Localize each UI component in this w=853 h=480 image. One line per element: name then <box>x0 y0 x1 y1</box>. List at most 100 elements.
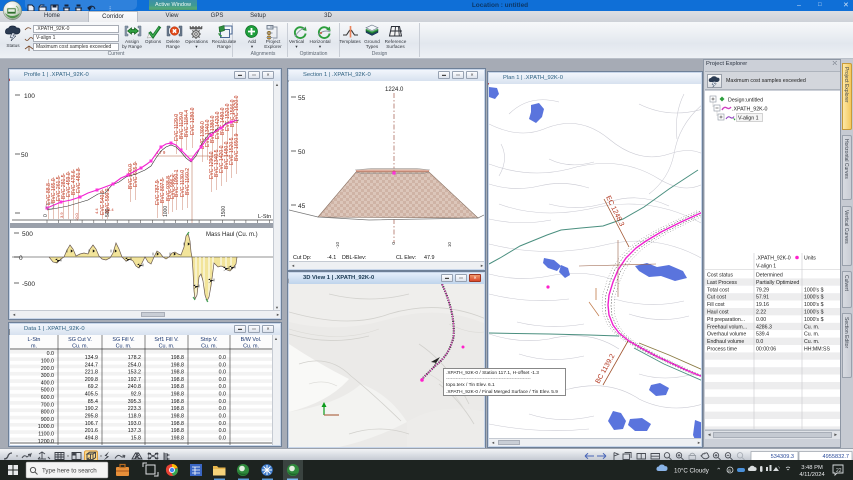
svg-text:500.0: 500.0 <box>41 388 54 394</box>
svg-text:0.0: 0.0 <box>219 355 226 361</box>
svg-text:15.8: 15.8 <box>131 435 141 441</box>
svg-text:1100.0: 1100.0 <box>38 432 54 438</box>
svg-text:600.0: 600.0 <box>41 395 54 401</box>
svg-text:1224.0: 1224.0 <box>385 87 404 93</box>
svg-text:254.0: 254.0 <box>128 362 141 368</box>
svg-text:⌃: ⌃ <box>716 467 721 475</box>
svg-text:Units: Units <box>804 256 816 262</box>
svg-text:a: a <box>728 468 731 474</box>
svg-text:L-Stn: L-Stn <box>258 214 271 220</box>
svg-text:800.0: 800.0 <box>41 410 54 416</box>
svg-text:0.0: 0.0 <box>219 362 226 368</box>
svg-text:0.0: 0.0 <box>219 370 226 376</box>
svg-text:198.8: 198.8 <box>171 399 184 405</box>
svg-text:-500: -500 <box>22 281 35 288</box>
svg-text:1500: 1500 <box>221 206 227 217</box>
svg-text:198.8: 198.8 <box>171 370 184 376</box>
svg-text:0: 0 <box>43 214 49 217</box>
svg-text:0.00: 0.00 <box>756 317 766 323</box>
svg-text:1000's $: 1000's $ <box>804 302 824 308</box>
svg-text:153.2: 153.2 <box>128 370 141 376</box>
svg-text:Last Process: Last Process <box>707 280 737 286</box>
svg-text:Haul cost: Haul cost <box>707 310 729 316</box>
svg-text:500: 500 <box>22 231 33 238</box>
svg-text:100: 100 <box>24 93 35 100</box>
svg-text:Mass Haul (Cu. m.): Mass Haul (Cu. m.) <box>206 232 258 238</box>
svg-text:55: 55 <box>298 95 306 102</box>
svg-text:B/W Vol.: B/W Vol. <box>241 337 262 343</box>
svg-text:1200.0: 1200.0 <box>38 439 54 445</box>
svg-text:500: 500 <box>105 208 111 217</box>
svg-text:198.8: 198.8 <box>171 392 184 398</box>
svg-text:Design:untitled: Design:untitled <box>728 98 763 104</box>
svg-text:134.9: 134.9 <box>85 355 98 361</box>
svg-text:190.2: 190.2 <box>85 406 98 412</box>
svg-text:EVC 481.8: EVC 481.8 <box>76 168 82 193</box>
svg-text:Process time: Process time <box>707 347 737 353</box>
svg-text:EVC 1620.0: EVC 1620.0 <box>234 95 240 123</box>
svg-text:198.8: 198.8 <box>171 355 184 361</box>
svg-text:50: 50 <box>298 149 306 156</box>
svg-text:3:48 PM: 3:48 PM <box>801 465 823 471</box>
svg-text:45: 45 <box>298 203 306 210</box>
svg-text:539.4: 539.4 <box>756 332 769 338</box>
svg-text:1000's $: 1000's $ <box>804 310 824 316</box>
svg-text:198.8: 198.8 <box>171 435 184 441</box>
svg-text:Fill cost: Fill cost <box>707 302 725 308</box>
svg-text:Type here to search: Type here to search <box>42 468 97 475</box>
svg-text:400.0: 400.0 <box>41 380 54 386</box>
svg-text:-10: -10 <box>335 242 340 249</box>
svg-text:295.8: 295.8 <box>85 414 98 420</box>
svg-text:19.16: 19.16 <box>756 302 769 308</box>
svg-text:Cost status: Cost status <box>707 273 733 279</box>
svg-text:Overhaul volume: Overhaul volume <box>707 332 746 338</box>
svg-text:106.7: 106.7 <box>85 421 98 427</box>
svg-text:.XPATH_92K-0: .XPATH_92K-0 <box>756 256 791 262</box>
svg-text:1000's $: 1000's $ <box>804 317 824 323</box>
svg-text:4286.3: 4286.3 <box>756 324 772 330</box>
svg-text:198.8: 198.8 <box>171 406 184 412</box>
svg-text:SG Fill V.: SG Fill V. <box>112 337 134 343</box>
svg-text:0.0: 0.0 <box>219 421 226 427</box>
svg-text:HH:MM:SS: HH:MM:SS <box>804 347 830 353</box>
svg-text:0.0: 0.0 <box>219 384 226 390</box>
svg-text:1000's $: 1000's $ <box>804 287 824 293</box>
svg-text:4.4: 4.4 <box>94 208 99 214</box>
svg-text:Srf1 Fill V.: Srf1 Fill V. <box>154 337 178 343</box>
svg-text:V-align 1: V-align 1 <box>756 264 776 270</box>
svg-text:Freehaul volum...: Freehaul volum... <box>707 324 747 330</box>
svg-text:118.9: 118.9 <box>128 414 141 420</box>
svg-text:22: 22 <box>836 468 842 474</box>
svg-text:EVC 1280.0: EVC 1280.0 <box>190 107 196 135</box>
svg-text:50: 50 <box>21 152 29 159</box>
svg-text:209.8: 209.8 <box>85 377 98 383</box>
svg-text:Endhaul volume: Endhaul volume <box>707 339 744 345</box>
svg-text:4/11/2024: 4/11/2024 <box>799 472 825 478</box>
svg-text:100.0: 100.0 <box>41 359 54 365</box>
svg-text:137.3: 137.3 <box>128 428 141 434</box>
svg-text:Total cost: Total cost <box>707 287 729 293</box>
svg-text:Cu. m.: Cu. m. <box>804 332 819 338</box>
svg-text:1000: 1000 <box>163 206 169 217</box>
svg-text:300.0: 300.0 <box>41 373 54 379</box>
svg-text:0.0: 0.0 <box>219 406 226 412</box>
svg-text:395.3: 395.3 <box>128 399 141 405</box>
svg-text:L-Stn: L-Stn <box>28 337 41 343</box>
svg-text:244.7: 244.7 <box>85 362 98 368</box>
svg-text:.XPATH_92K-0: .XPATH_92K-0 <box>732 107 767 113</box>
svg-text:0.0: 0.0 <box>219 392 226 398</box>
svg-text:0.0: 0.0 <box>756 339 763 345</box>
svg-text:10: 10 <box>447 242 452 248</box>
svg-text:405.5: 405.5 <box>85 392 98 398</box>
svg-text:198.8: 198.8 <box>171 384 184 390</box>
svg-text:0: 0 <box>391 242 396 245</box>
svg-text:0: 0 <box>19 255 23 262</box>
svg-text:900.0: 900.0 <box>41 417 54 423</box>
svg-text:Determined: Determined <box>756 273 783 279</box>
svg-text:85.4: 85.4 <box>88 399 98 405</box>
svg-text:0.0: 0.0 <box>219 435 226 441</box>
svg-text:Cu. m.: Cu. m. <box>804 339 819 345</box>
svg-text:00:00:06: 00:00:06 <box>756 347 776 353</box>
svg-text:V-align 1: V-align 1 <box>738 116 759 122</box>
svg-text:10°C Cloudy: 10°C Cloudy <box>674 468 710 475</box>
